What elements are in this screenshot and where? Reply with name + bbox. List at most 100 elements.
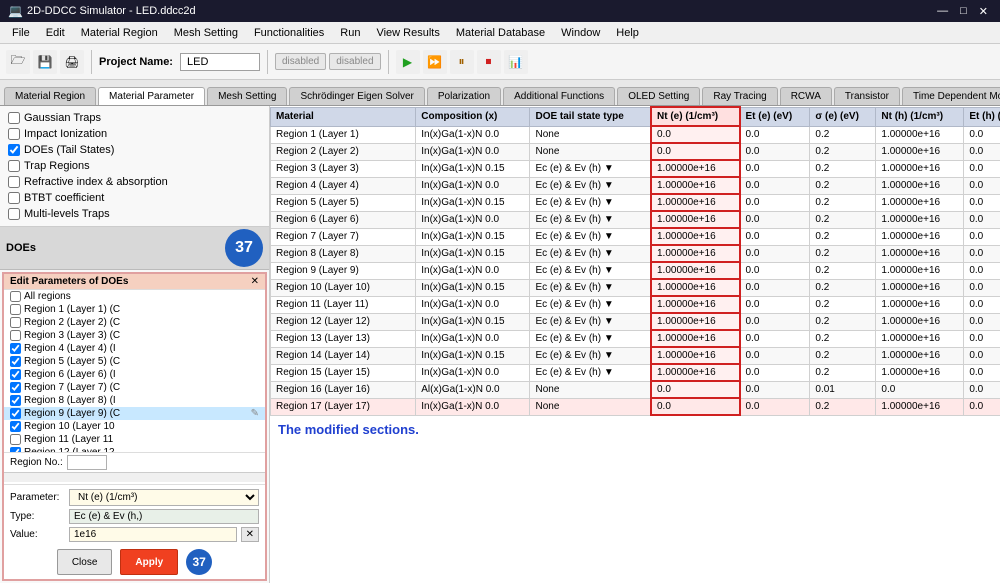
- cell-se[interactable]: 0.2: [810, 262, 876, 279]
- region-7-checkbox[interactable]: [10, 382, 21, 393]
- tab-oled-setting[interactable]: OLED Setting: [617, 87, 700, 105]
- cell-ete[interactable]: 0.0: [740, 211, 810, 228]
- menu-view-results[interactable]: View Results: [368, 25, 447, 41]
- close-button[interactable]: ✕: [975, 5, 992, 18]
- tab-polarization[interactable]: Polarization: [427, 87, 501, 105]
- cell-eth[interactable]: 0.0: [964, 364, 1000, 381]
- cell-doe-type[interactable]: Ec (e) & Ev (h) ▼: [530, 296, 651, 313]
- cell-eth[interactable]: 0.0: [964, 296, 1000, 313]
- cell-nth[interactable]: 1.00000e+16: [876, 177, 964, 194]
- value-input[interactable]: [69, 527, 237, 542]
- cell-eth[interactable]: 0.0: [964, 211, 1000, 228]
- cell-eth[interactable]: 0.0: [964, 262, 1000, 279]
- region-8-checkbox[interactable]: [10, 395, 21, 406]
- region-checkbox-7[interactable]: Region 7 (Layer 7) (C: [4, 381, 265, 394]
- cell-eth[interactable]: 0.0: [964, 228, 1000, 245]
- cell-nth[interactable]: 1.00000e+16: [876, 245, 964, 262]
- cell-nth[interactable]: 1.00000e+16: [876, 262, 964, 279]
- trap-regions-checkbox[interactable]: [8, 160, 20, 172]
- menu-edit[interactable]: Edit: [38, 25, 73, 41]
- menu-material-database[interactable]: Material Database: [448, 25, 553, 41]
- cell-se[interactable]: 0.2: [810, 211, 876, 228]
- maximize-button[interactable]: □: [956, 5, 971, 18]
- region-3-checkbox[interactable]: [10, 330, 21, 341]
- cell-eth[interactable]: 0.0: [964, 347, 1000, 364]
- region-checkbox-2[interactable]: Region 2 (Layer 2) (C: [4, 316, 265, 329]
- cell-se[interactable]: 0.2: [810, 245, 876, 262]
- cell-ete[interactable]: 0.0: [740, 126, 810, 143]
- cell-eth[interactable]: 0.0: [964, 398, 1000, 415]
- cell-se[interactable]: 0.2: [810, 296, 876, 313]
- menu-material-region[interactable]: Material Region: [73, 25, 166, 41]
- refractive-checkbox[interactable]: [8, 176, 20, 188]
- cell-nth[interactable]: 0.0: [876, 381, 964, 398]
- cell-ete[interactable]: 0.0: [740, 160, 810, 177]
- open-file-button[interactable]: 🗁: [6, 50, 30, 74]
- cell-ete[interactable]: 0.0: [740, 279, 810, 296]
- tab-time-dependent[interactable]: Time Dependent Module: [902, 87, 1000, 105]
- region-checkbox-3[interactable]: Region 3 (Layer 3) (C: [4, 329, 265, 342]
- checkbox-btbt[interactable]: BTBT coefficient: [4, 190, 265, 206]
- tab-additional-functions[interactable]: Additional Functions: [503, 87, 615, 105]
- cell-ete[interactable]: 0.0: [740, 177, 810, 194]
- does-checkbox[interactable]: [8, 144, 20, 156]
- region-9-checkbox[interactable]: [10, 408, 21, 419]
- menu-run[interactable]: Run: [332, 25, 368, 41]
- region-2-checkbox[interactable]: [10, 317, 21, 328]
- cell-se[interactable]: 0.01: [810, 381, 876, 398]
- cell-se[interactable]: 0.2: [810, 126, 876, 143]
- cell-doe-type[interactable]: None: [530, 398, 651, 415]
- minimize-button[interactable]: —: [933, 5, 952, 18]
- cell-ete[interactable]: 0.0: [740, 296, 810, 313]
- cell-nte[interactable]: 0.0: [651, 126, 740, 143]
- cell-eth[interactable]: 0.0: [964, 313, 1000, 330]
- cell-doe-type[interactable]: Ec (e) & Ev (h) ▼: [530, 279, 651, 296]
- menu-functionalities[interactable]: Functionalities: [246, 25, 332, 41]
- run-button-2[interactable]: ⏩: [423, 50, 447, 74]
- gaussian-traps-checkbox[interactable]: [8, 112, 20, 124]
- menu-file[interactable]: File: [4, 25, 38, 41]
- region-5-checkbox[interactable]: [10, 356, 21, 367]
- checkbox-refractive[interactable]: Refractive index & absorption: [4, 174, 265, 190]
- region-checkbox-10[interactable]: Region 10 (Layer 10: [4, 420, 265, 433]
- cell-eth[interactable]: 0.0: [964, 143, 1000, 160]
- cell-nte[interactable]: 1.00000e+16: [651, 177, 740, 194]
- cell-nte[interactable]: 1.00000e+16: [651, 194, 740, 211]
- cell-nte[interactable]: 1.00000e+16: [651, 296, 740, 313]
- checkbox-multi-traps[interactable]: Multi-levels Traps: [4, 206, 265, 222]
- cell-ete[interactable]: 0.0: [740, 330, 810, 347]
- tab-material-parameter[interactable]: Material Parameter: [98, 87, 205, 106]
- cell-nte[interactable]: 1.00000e+16: [651, 211, 740, 228]
- cell-nth[interactable]: 1.00000e+16: [876, 143, 964, 160]
- btbt-checkbox[interactable]: [8, 192, 20, 204]
- type-input[interactable]: [69, 509, 259, 524]
- cell-nth[interactable]: 1.00000e+16: [876, 194, 964, 211]
- region-11-checkbox[interactable]: [10, 434, 21, 445]
- cell-nte[interactable]: 1.00000e+16: [651, 160, 740, 177]
- cell-se[interactable]: 0.2: [810, 143, 876, 160]
- close-button-panel[interactable]: Close: [57, 549, 113, 575]
- multi-traps-checkbox[interactable]: [8, 208, 20, 220]
- impact-ionization-checkbox[interactable]: [8, 128, 20, 140]
- region-checkbox-4[interactable]: Region 4 (Layer 4) (I: [4, 342, 265, 355]
- cell-nte[interactable]: 1.00000e+16: [651, 262, 740, 279]
- checkbox-does[interactable]: DOEs (Tail States): [4, 142, 265, 158]
- cell-nth[interactable]: 1.00000e+16: [876, 279, 964, 296]
- cell-doe-type[interactable]: Ec (e) & Ev (h) ▼: [530, 245, 651, 262]
- tab-material-region[interactable]: Material Region: [4, 87, 96, 105]
- cell-ete[interactable]: 0.0: [740, 194, 810, 211]
- cell-se[interactable]: 0.2: [810, 330, 876, 347]
- cell-eth[interactable]: 0.0: [964, 245, 1000, 262]
- region-checkbox-6[interactable]: Region 6 (Layer 6) (I: [4, 368, 265, 381]
- value-clear-button[interactable]: ✕: [241, 527, 259, 542]
- cell-se[interactable]: 0.2: [810, 228, 876, 245]
- menu-window[interactable]: Window: [553, 25, 608, 41]
- cell-eth[interactable]: 0.0: [964, 160, 1000, 177]
- cell-se[interactable]: 0.2: [810, 160, 876, 177]
- cell-ete[interactable]: 0.0: [740, 313, 810, 330]
- cell-se[interactable]: 0.2: [810, 347, 876, 364]
- cell-se[interactable]: 0.2: [810, 177, 876, 194]
- all-regions-checkbox[interactable]: [10, 291, 21, 302]
- cell-ete[interactable]: 0.0: [740, 245, 810, 262]
- region-10-checkbox[interactable]: [10, 421, 21, 432]
